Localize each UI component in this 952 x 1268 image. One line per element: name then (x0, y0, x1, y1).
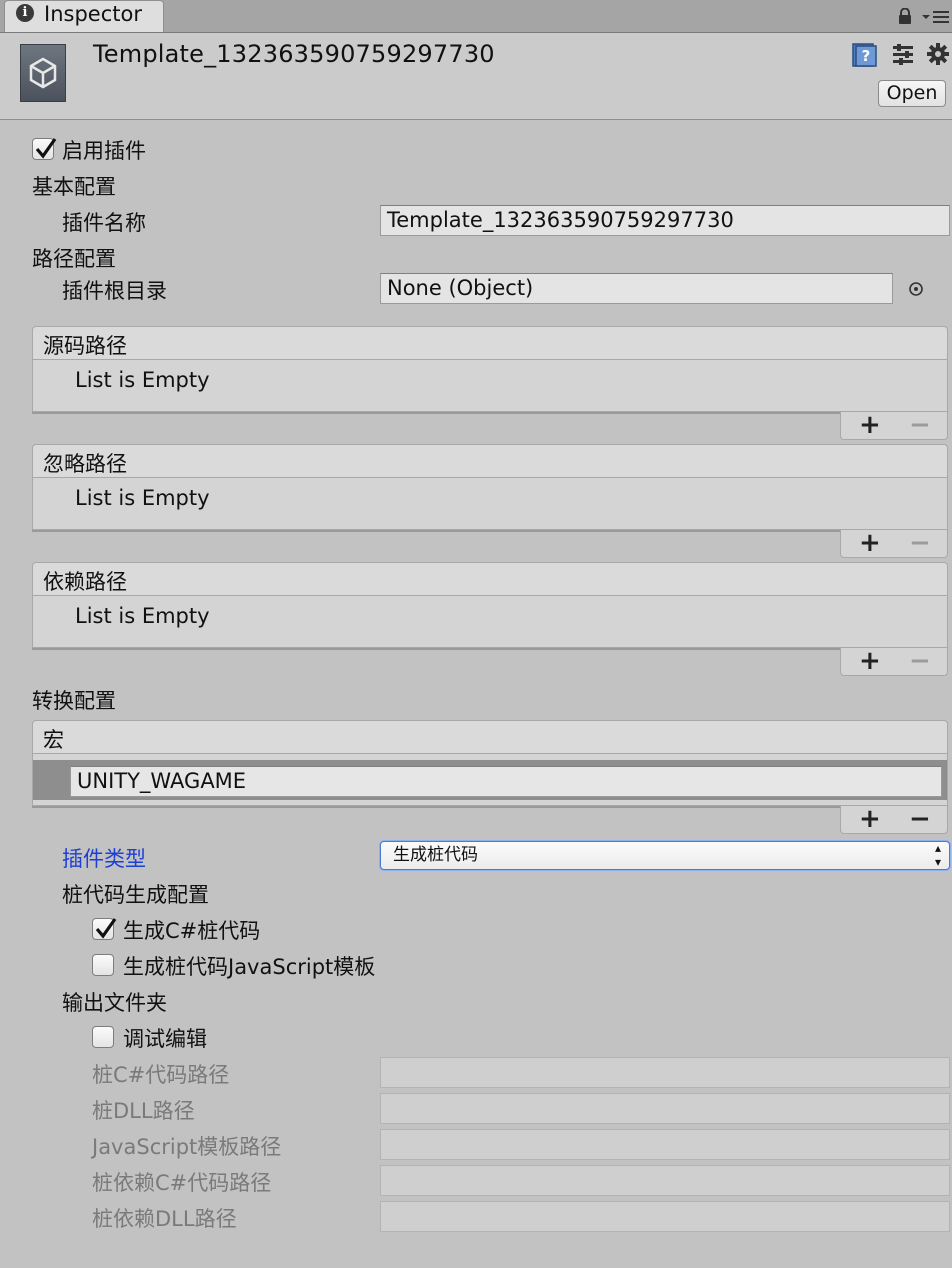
ignore-paths-add-button[interactable]: + (859, 530, 881, 556)
macro-list-header: 宏 (32, 720, 948, 754)
stub-config-heading: 桩代码生成配置 (62, 883, 209, 907)
ignore-paths-list-body: List is Empty (32, 478, 948, 530)
tab-label: Inspector (44, 2, 142, 26)
stub-dll-path-field (380, 1093, 950, 1124)
dependency-paths-list-body: List is Empty (32, 596, 948, 648)
dep-cs-path-field (380, 1165, 950, 1196)
macro-list-title: 宏 (43, 728, 64, 752)
info-icon: i (16, 4, 34, 22)
plugin-name-label: 插件名称 (62, 211, 146, 235)
dep-cs-path-label: 桩依赖C#代码路径 (92, 1171, 272, 1195)
plugin-type-value: 生成桩代码 (393, 845, 478, 865)
source-paths-empty-text: List is Empty (75, 368, 210, 392)
stub-dll-path-label: 桩DLL路径 (92, 1099, 195, 1123)
dep-dll-path-field (380, 1201, 950, 1232)
plugin-type-label: 插件类型 (62, 847, 146, 871)
dropdown-arrows-icon: ▴ ▾ (934, 841, 941, 869)
menu-icon[interactable] (920, 8, 950, 24)
plugin-type-dropdown[interactable]: 生成桩代码 ▴ ▾ (380, 841, 950, 870)
stub-cs-path-label: 桩C#代码路径 (92, 1063, 230, 1087)
lock-icon[interactable] (898, 8, 912, 24)
dependency-paths-empty-text: List is Empty (75, 604, 210, 628)
ignore-paths-list-header: 忽略路径 (32, 444, 948, 478)
unity-logo-icon (20, 44, 66, 102)
js-template-path-label: JavaScript模板路径 (92, 1135, 282, 1159)
dependency-paths-add-button[interactable]: + (859, 648, 881, 674)
generate-csharp-stub-checkbox[interactable] (92, 918, 117, 940)
source-paths-title: 源码路径 (43, 334, 127, 358)
source-paths-list-footer: + − (840, 412, 948, 440)
macro-item-field[interactable]: UNITY_WAGAME (70, 766, 942, 797)
plugin-root-object-field[interactable]: None (Object) (380, 273, 893, 304)
source-paths-remove-button: − (909, 410, 931, 440)
plugin-name-field[interactable]: Template_132363590759297730 (380, 205, 950, 236)
svg-text:?: ? (862, 47, 871, 65)
ignore-paths-empty-text: List is Empty (75, 486, 210, 510)
object-title: Template_132363590759297730 (93, 40, 495, 68)
preset-icon[interactable] (890, 42, 916, 68)
ignore-paths-list-footer: + − (840, 530, 948, 558)
checkmark-icon (95, 918, 117, 939)
source-paths-list-body: List is Empty (32, 360, 948, 412)
enable-plugin-label: 启用插件 (62, 139, 146, 163)
macro-list-footer: + − (840, 806, 948, 834)
dependency-paths-list-footer: + − (840, 648, 948, 676)
help-icon[interactable]: ? (851, 42, 877, 68)
dependency-paths-remove-button: − (909, 646, 931, 676)
source-paths-list-header: 源码路径 (32, 326, 948, 360)
ignore-paths-title: 忽略路径 (43, 452, 127, 476)
output-folder-heading: 输出文件夹 (62, 991, 167, 1015)
stub-cs-path-field (380, 1057, 950, 1088)
generate-js-template-label: 生成桩代码JavaScript模板 (123, 955, 376, 979)
dep-dll-path-label: 桩依赖DLL路径 (92, 1207, 237, 1231)
gear-icon[interactable] (926, 42, 952, 68)
macro-remove-button[interactable]: − (909, 806, 931, 832)
generate-csharp-stub-label: 生成C#桩代码 (123, 919, 261, 943)
debug-edit-checkbox[interactable] (92, 1026, 114, 1048)
open-button[interactable]: Open (878, 80, 946, 107)
generate-js-template-checkbox[interactable] (92, 954, 114, 976)
convert-config-heading: 转换配置 (32, 689, 116, 713)
debug-edit-label: 调试编辑 (123, 1027, 207, 1051)
plugin-root-label: 插件根目录 (62, 279, 167, 303)
object-picker-icon[interactable] (908, 281, 924, 297)
checkmark-icon (35, 138, 57, 159)
dependency-paths-title: 依赖路径 (43, 570, 127, 594)
source-paths-add-button[interactable]: + (859, 412, 881, 438)
enable-plugin-checkbox[interactable] (32, 138, 57, 160)
macro-add-button[interactable]: + (859, 806, 881, 832)
ignore-paths-remove-button: − (909, 528, 931, 558)
path-config-heading: 路径配置 (32, 247, 116, 271)
dependency-paths-list-header: 依赖路径 (32, 562, 948, 596)
js-template-path-field (380, 1129, 950, 1160)
basic-config-heading: 基本配置 (32, 175, 116, 199)
